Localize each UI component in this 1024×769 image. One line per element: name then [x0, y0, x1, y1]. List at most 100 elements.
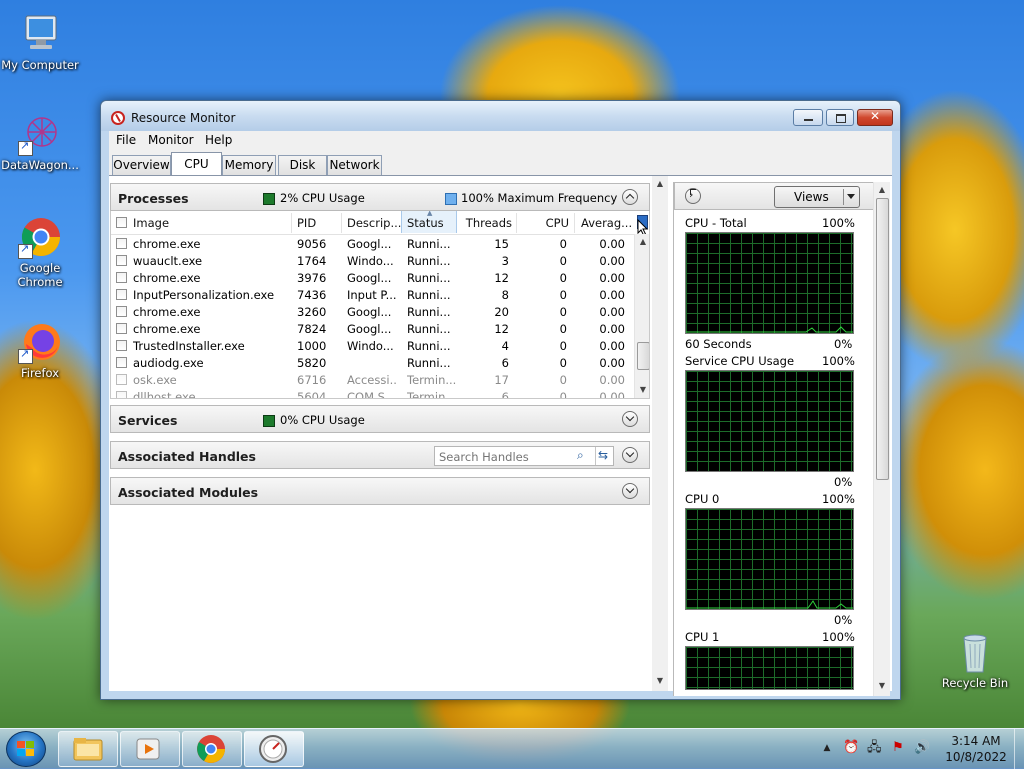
collapse-graphs-button[interactable]: ›: [685, 188, 701, 204]
left-pane-scrollbar[interactable]: ▲ ▼: [652, 176, 668, 691]
column-threads[interactable]: Threads: [457, 216, 512, 230]
process-pid: 1764: [297, 254, 327, 268]
graph-max: 100%: [822, 630, 855, 644]
process-checkbox[interactable]: [116, 255, 127, 266]
process-checkbox[interactable]: [116, 238, 127, 249]
graphs-scrollbar[interactable]: ▲ ▼: [873, 182, 890, 696]
processes-table: Image PID Descrip... ▲ Status Threads CP…: [110, 211, 650, 399]
column-separator[interactable]: [574, 213, 575, 233]
select-all-checkbox[interactable]: [116, 217, 127, 228]
views-dropdown-button[interactable]: Views: [774, 186, 860, 208]
scroll-down-arrow-icon[interactable]: ▼: [635, 382, 649, 398]
taskbar-media-player-button[interactable]: [120, 731, 180, 767]
handles-panel-header[interactable]: Associated Handles ⌕ ⇆: [110, 441, 650, 469]
search-handles-box[interactable]: ⌕ ⇆: [434, 446, 614, 466]
chrome-icon: [197, 735, 225, 763]
process-row-terminated[interactable]: osk.exe 6716 Accessi... Termin... 17 0 0…: [111, 371, 635, 388]
column-pid[interactable]: PID: [297, 216, 316, 230]
tab-disk[interactable]: Disk: [278, 155, 327, 175]
scroll-up-arrow-icon[interactable]: ▲: [652, 176, 668, 192]
scrollbar-thumb[interactable]: [876, 198, 889, 480]
process-checkbox[interactable]: [116, 272, 127, 283]
process-checkbox[interactable]: [116, 374, 127, 385]
column-separator[interactable]: [341, 213, 342, 233]
show-desktop-button[interactable]: [1014, 729, 1024, 769]
process-pid: 5820: [297, 356, 327, 370]
expand-services-button[interactable]: [622, 411, 638, 427]
views-separator: [843, 189, 844, 205]
desktop-icon-datawagon[interactable]: DataWagon...: [0, 112, 80, 172]
services-panel-header[interactable]: Services 0% CPU Usage: [110, 405, 650, 433]
process-cpu: 0: [559, 339, 567, 353]
tab-cpu[interactable]: CPU: [171, 152, 222, 176]
column-separator[interactable]: [516, 213, 517, 233]
expand-modules-button[interactable]: [622, 483, 638, 499]
action-center-icon[interactable]: ⚑: [891, 741, 905, 755]
taskbar-explorer-button[interactable]: [58, 731, 118, 767]
modules-title: Associated Modules: [118, 485, 259, 500]
column-image[interactable]: Image: [133, 216, 169, 230]
process-checkbox[interactable]: [116, 357, 127, 368]
process-row-terminated[interactable]: dllhost.exe 5604 COM S... Termin... 6 0 …: [111, 388, 635, 399]
process-checkbox[interactable]: [116, 289, 127, 300]
process-cpu: 0: [559, 373, 567, 387]
show-hidden-icons-icon[interactable]: ▲: [820, 741, 834, 755]
services-title: Services: [118, 413, 178, 428]
menu-file[interactable]: File: [116, 133, 136, 147]
column-average-cpu[interactable]: Averag...: [581, 216, 631, 230]
process-row[interactable]: audiodg.exe 5820 Runni... 6 0 0.00: [111, 354, 635, 371]
refresh-icon[interactable]: ⇆: [598, 448, 608, 462]
search-handles-input[interactable]: [437, 448, 581, 466]
desktop-icon-google-chrome[interactable]: Google Chrome: [0, 215, 80, 289]
column-cpu[interactable]: CPU: [521, 216, 569, 230]
column-separator[interactable]: [291, 213, 292, 233]
taskbar-resource-monitor-button[interactable]: [244, 731, 304, 767]
processes-panel-header[interactable]: Processes 2% CPU Usage 100% Maximum Freq…: [110, 183, 650, 211]
expand-handles-button[interactable]: [622, 447, 638, 463]
system-clock[interactable]: 3:14 AM 10/8/2022: [940, 733, 1012, 765]
scroll-up-arrow-icon[interactable]: ▲: [874, 182, 890, 198]
process-checkbox[interactable]: [116, 391, 127, 398]
process-checkbox[interactable]: [116, 306, 127, 317]
process-average-cpu: 0.00: [599, 339, 625, 353]
tab-overview[interactable]: Overview: [112, 155, 171, 175]
process-checkbox[interactable]: [116, 323, 127, 334]
tab-memory[interactable]: Memory: [222, 155, 276, 175]
volume-icon[interactable]: 🔊: [914, 741, 930, 755]
start-button[interactable]: [6, 731, 46, 767]
column-status-highlight[interactable]: ▲ Status: [401, 211, 457, 233]
desktop-icon-my-computer[interactable]: My Computer: [0, 12, 80, 72]
process-row[interactable]: wuauclt.exe 1764 Windo... Runni... 3 0 0…: [111, 252, 635, 269]
process-row[interactable]: InputPersonalization.exe 7436 Input P...…: [111, 286, 635, 303]
menu-monitor[interactable]: Monitor: [148, 133, 194, 147]
alarm-clock-icon[interactable]: ⏰: [843, 741, 859, 755]
process-row[interactable]: TrustedInstaller.exe 1000 Windo... Runni…: [111, 337, 635, 354]
scroll-up-arrow-icon[interactable]: ▲: [635, 234, 649, 250]
modules-panel-header[interactable]: Associated Modules: [110, 477, 650, 505]
taskbar-chrome-button[interactable]: [182, 731, 242, 767]
process-status: Termin...: [407, 390, 457, 399]
menu-help[interactable]: Help: [205, 133, 232, 147]
process-row[interactable]: chrome.exe 3976 Googl... Runni... 12 0 0…: [111, 269, 635, 286]
maximize-button[interactable]: [826, 109, 854, 126]
search-icon[interactable]: ⌕: [577, 448, 584, 463]
desktop-icon-firefox[interactable]: Firefox: [0, 320, 80, 380]
processes-scrollbar[interactable]: ▲ ▼: [634, 234, 649, 398]
process-row[interactable]: chrome.exe 9056 Googl... Runni... 15 0 0…: [111, 235, 635, 252]
process-row[interactable]: chrome.exe 7824 Googl... Runni... 12 0 0…: [111, 320, 635, 337]
network-icon[interactable]: 🖧: [867, 741, 882, 755]
scroll-down-arrow-icon[interactable]: ▼: [652, 673, 668, 689]
column-description[interactable]: Descrip...: [347, 216, 401, 230]
tab-network[interactable]: Network: [327, 155, 382, 175]
collapse-processes-button[interactable]: [622, 189, 638, 205]
desktop-icon-recycle-bin[interactable]: Recycle Bin: [935, 630, 1015, 690]
title-bar[interactable]: Resource Monitor: [101, 101, 900, 131]
desktop-icon-label: Recycle Bin: [941, 676, 1009, 690]
scroll-down-arrow-icon[interactable]: ▼: [874, 678, 890, 694]
process-checkbox[interactable]: [116, 340, 127, 351]
minimize-button[interactable]: [793, 109, 823, 126]
close-button[interactable]: [857, 109, 893, 126]
process-row[interactable]: chrome.exe 3260 Googl... Runni... 20 0 0…: [111, 303, 635, 320]
scrollbar-thumb[interactable]: [637, 342, 649, 370]
datawagon-icon: [18, 112, 62, 156]
